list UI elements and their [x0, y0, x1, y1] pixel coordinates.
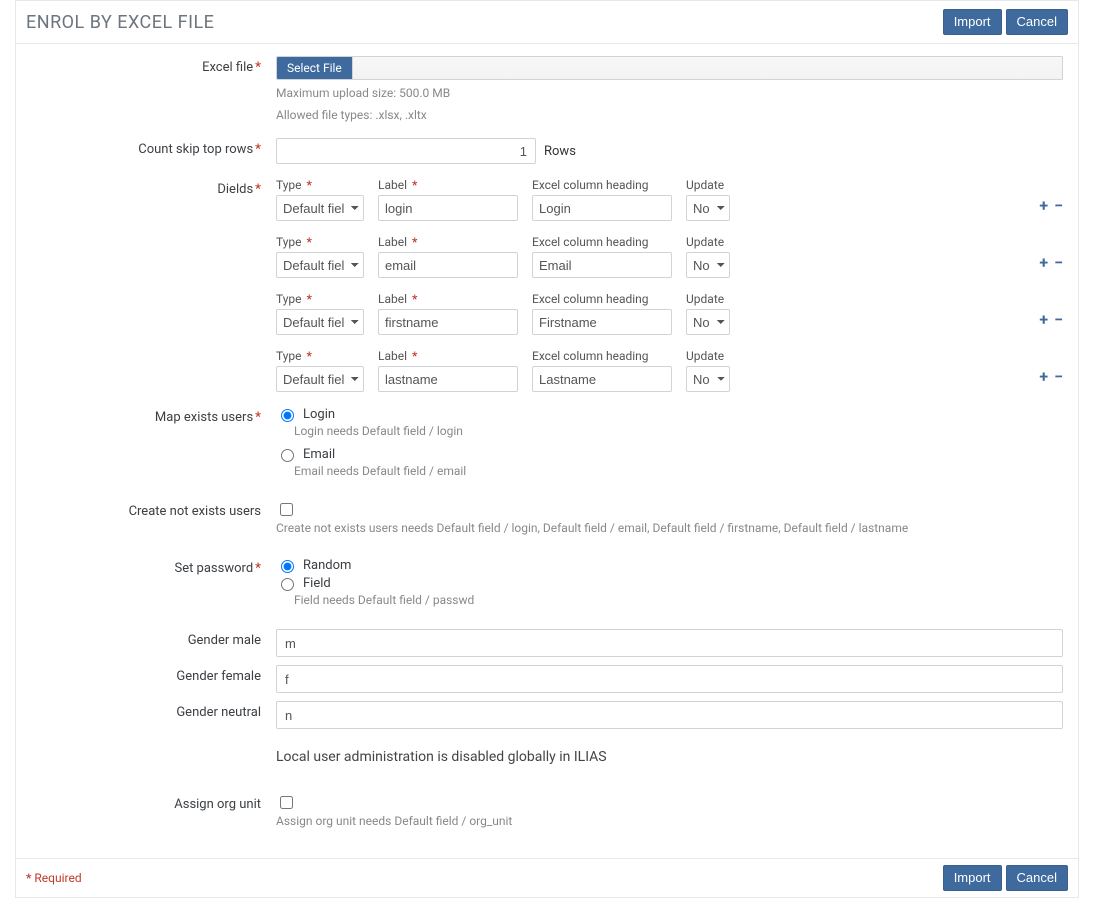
field-heading-label: Excel column heading [532, 292, 672, 306]
field-update-select[interactable]: No [686, 366, 730, 392]
add-field-icon[interactable]: + [1039, 196, 1048, 215]
import-button-footer[interactable]: Import [943, 865, 1002, 891]
panel-header: ENROL BY EXCEL FILE Import Cancel [16, 1, 1078, 44]
gender-female-input[interactable] [276, 665, 1063, 693]
field-heading-label: Excel column heading [532, 178, 672, 192]
rows-suffix: Rows [544, 144, 576, 159]
field-row: Type * Default field Label * Excel colum… [276, 349, 1063, 392]
field-label-label: Label * [378, 349, 518, 363]
import-button[interactable]: Import [943, 9, 1002, 35]
field-type-select[interactable]: Default field [276, 252, 364, 278]
set-password-field-radio[interactable] [281, 578, 294, 591]
field-heading-input[interactable] [532, 366, 672, 392]
select-file-button[interactable]: Select File [277, 57, 353, 79]
field-type-label: Type * [276, 235, 364, 249]
cancel-button-footer[interactable]: Cancel [1006, 865, 1068, 891]
count-skip-label: Count skip top rows* [31, 138, 276, 157]
cancel-button[interactable]: Cancel [1006, 9, 1068, 35]
file-types-hint: Allowed file types: .xlsx, .xltx [276, 106, 1063, 124]
remove-field-icon[interactable]: − [1054, 367, 1063, 386]
remove-field-icon[interactable]: − [1054, 253, 1063, 272]
field-label-input[interactable] [378, 309, 518, 335]
field-update-label: Update [686, 349, 726, 363]
field-needs-hint: Field needs Default field / passwd [294, 593, 1063, 607]
login-needs-hint: Login needs Default field / login [294, 424, 1063, 438]
map-exists-login-text: Login [303, 407, 335, 422]
email-needs-hint: Email needs Default field / email [294, 464, 1063, 478]
gender-neutral-input[interactable] [276, 701, 1063, 729]
field-label-input[interactable] [378, 366, 518, 392]
field-label-input[interactable] [378, 252, 518, 278]
file-path-display [353, 57, 1062, 79]
field-update-label: Update [686, 178, 726, 192]
field-type-select[interactable]: Default field [276, 366, 364, 392]
upload-size-hint: Maximum upload size: 500.0 MB [276, 84, 1063, 102]
assign-org-checkbox[interactable] [280, 796, 293, 809]
add-field-icon[interactable]: + [1039, 310, 1048, 329]
field-heading-input[interactable] [532, 309, 672, 335]
field-type-label: Type * [276, 292, 364, 306]
local-admin-disabled-notice: Local user administration is disabled gl… [276, 749, 1063, 765]
gender-male-label: Gender male [31, 629, 276, 648]
field-heading-label: Excel column heading [532, 235, 672, 249]
map-exists-email-radio[interactable] [281, 449, 294, 462]
panel-footer: *Required Import Cancel [16, 858, 1078, 897]
set-password-random-text: Random [303, 558, 351, 573]
field-heading-input[interactable] [532, 195, 672, 221]
field-update-select[interactable]: No [686, 195, 730, 221]
field-type-select[interactable]: Default field [276, 195, 364, 221]
field-type-label: Type * [276, 349, 364, 363]
remove-field-icon[interactable]: − [1054, 310, 1063, 329]
field-row: Type * Default field Label * Excel colum… [276, 235, 1063, 278]
set-password-field-text: Field [303, 576, 331, 591]
field-label-label: Label * [378, 235, 518, 249]
map-exists-login-radio[interactable] [281, 409, 294, 422]
file-select-bar: Select File [276, 56, 1063, 80]
create-not-exists-checkbox[interactable] [280, 503, 293, 516]
map-exists-label: Map exists users* [31, 406, 276, 425]
excel-file-label: Excel file* [31, 56, 276, 75]
add-field-icon[interactable]: + [1039, 253, 1048, 272]
set-password-random-radio[interactable] [281, 560, 294, 573]
field-update-label: Update [686, 292, 726, 306]
field-type-select[interactable]: Default field [276, 309, 364, 335]
assign-org-needs-hint: Assign org unit needs Default field / or… [276, 814, 1063, 828]
field-label-label: Label * [378, 178, 518, 192]
create-needs-hint: Create not exists users needs Default fi… [276, 521, 1063, 535]
fields-label: Dields* [31, 178, 276, 197]
add-field-icon[interactable]: + [1039, 367, 1048, 386]
remove-field-icon[interactable]: − [1054, 196, 1063, 215]
gender-female-label: Gender female [31, 665, 276, 684]
gender-male-input[interactable] [276, 629, 1063, 657]
field-row: Type * Default field Label * Excel colum… [276, 292, 1063, 335]
count-skip-input[interactable] [276, 138, 536, 164]
field-type-label: Type * [276, 178, 364, 192]
field-update-select[interactable]: No [686, 252, 730, 278]
gender-neutral-label: Gender neutral [31, 701, 276, 720]
assign-org-label: Assign org unit [31, 793, 276, 812]
required-note: *Required [26, 871, 82, 885]
map-exists-email-text: Email [303, 447, 335, 462]
create-not-exists-label: Create not exists users [31, 500, 276, 519]
field-heading-label: Excel column heading [532, 349, 672, 363]
field-label-input[interactable] [378, 195, 518, 221]
enrol-panel: ENROL BY EXCEL FILE Import Cancel Excel … [15, 0, 1079, 898]
set-password-label: Set password* [31, 557, 276, 576]
field-heading-input[interactable] [532, 252, 672, 278]
field-update-select[interactable]: No [686, 309, 730, 335]
field-label-label: Label * [378, 292, 518, 306]
field-row: Type * Default field Label * Excel colum… [276, 178, 1063, 221]
field-update-label: Update [686, 235, 726, 249]
page-title: ENROL BY EXCEL FILE [26, 12, 214, 33]
